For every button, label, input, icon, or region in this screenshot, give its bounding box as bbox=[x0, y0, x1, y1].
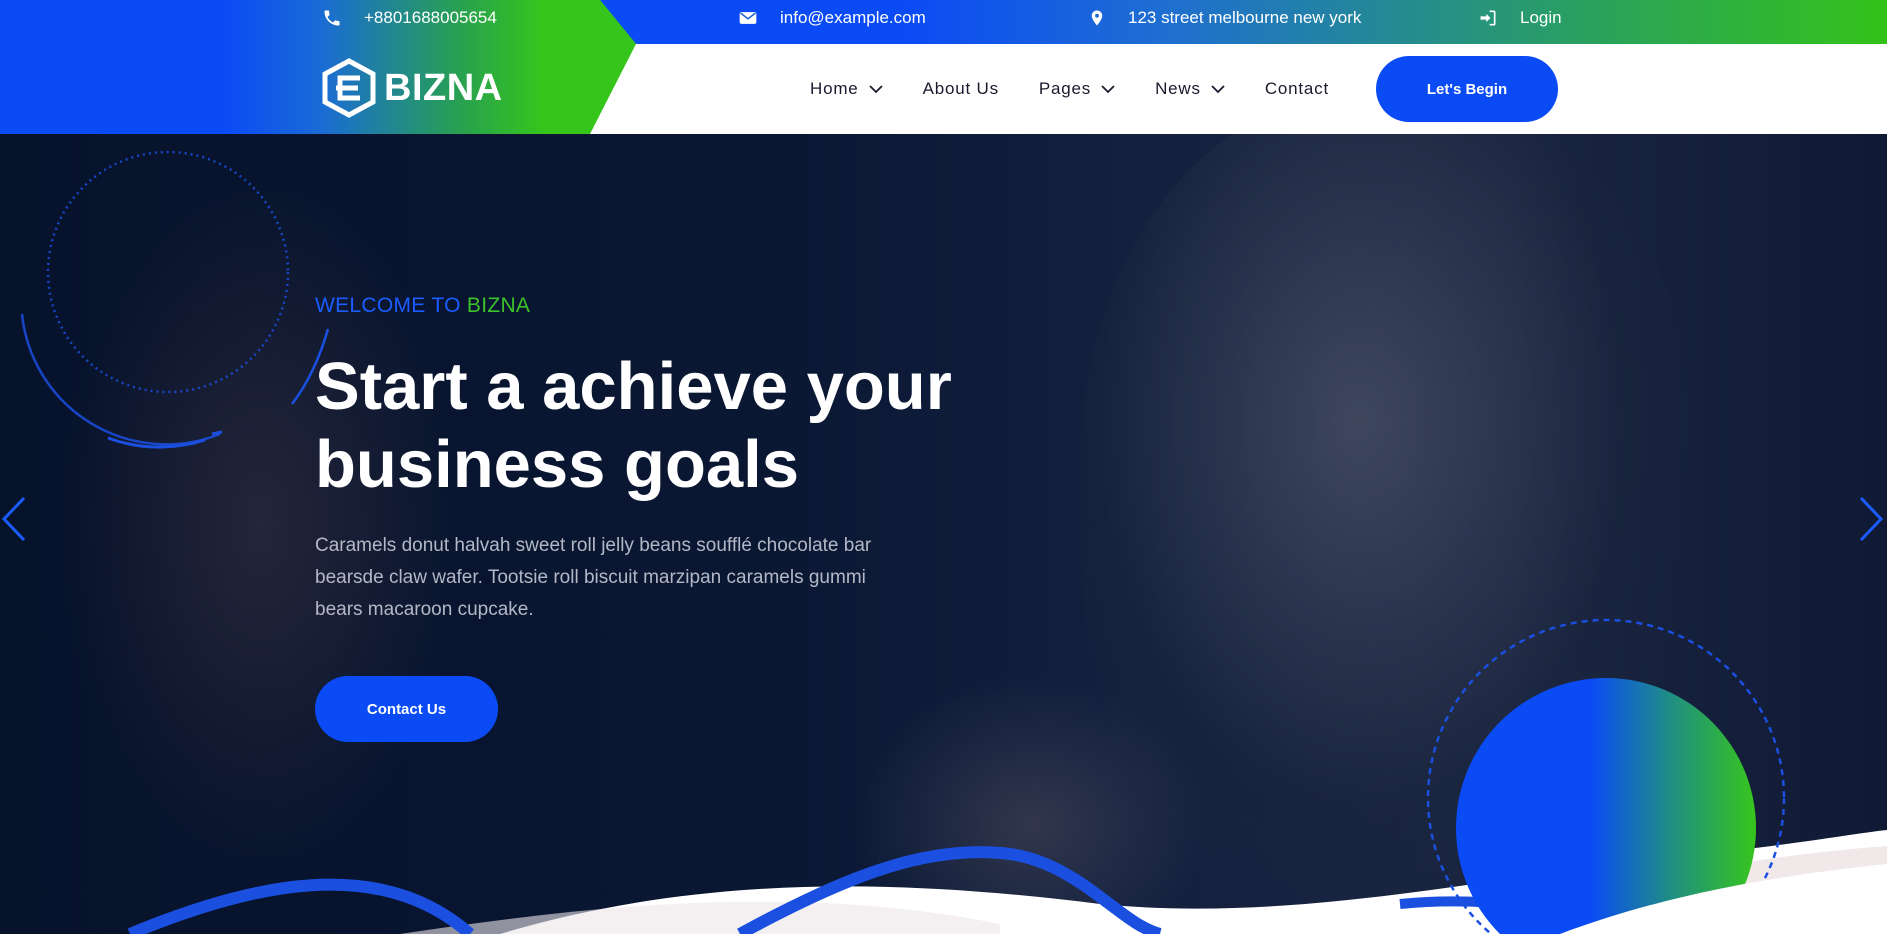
envelope-icon bbox=[739, 12, 757, 24]
welcome-prefix: WELCOME TO bbox=[315, 294, 461, 317]
logo-text: BIZNA bbox=[384, 66, 503, 109]
nav-label: Contact bbox=[1264, 79, 1329, 98]
chevron-down-icon bbox=[868, 85, 883, 94]
chevron-down-icon bbox=[1101, 85, 1115, 94]
welcome-brand: BIZNA bbox=[466, 294, 531, 317]
top-phone-link[interactable]: +8801688005654 bbox=[322, 0, 497, 36]
slider-next-button[interactable] bbox=[1855, 494, 1885, 549]
nav-label: Home bbox=[810, 79, 859, 98]
hexagon-e-logo-icon bbox=[322, 58, 376, 118]
nav-item-pages[interactable]: Pages bbox=[1039, 79, 1115, 99]
welcome-text: WELCOME TO BIZNA bbox=[315, 294, 530, 318]
logo[interactable]: BIZNA bbox=[322, 58, 503, 118]
hero-slider: WELCOME TO BIZNA Start a achieve your bu… bbox=[0, 134, 1887, 934]
hero-photo-shadow bbox=[60, 174, 460, 874]
nav-item-news[interactable]: News bbox=[1155, 79, 1225, 99]
nav-label: News bbox=[1155, 79, 1201, 98]
contact-us-button[interactable]: Contact Us bbox=[315, 676, 498, 742]
nav-item-home[interactable]: Home bbox=[810, 79, 883, 99]
slider-prev-button[interactable] bbox=[0, 494, 30, 549]
lets-begin-button[interactable]: Let's Begin bbox=[1376, 56, 1558, 122]
nav-item-contact[interactable]: Contact bbox=[1265, 79, 1329, 99]
map-pin-icon bbox=[1091, 10, 1103, 26]
hero-title: Start a achieve your business goals bbox=[315, 349, 952, 502]
login-link[interactable]: Login bbox=[1478, 0, 1562, 36]
hero-description: Caramels donut halvah sweet roll jelly b… bbox=[315, 535, 872, 620]
top-email-link[interactable]: info@example.com bbox=[738, 0, 926, 36]
brand-gradient-block bbox=[0, 0, 636, 134]
phone-icon bbox=[324, 10, 340, 26]
sign-in-icon bbox=[1480, 10, 1496, 26]
address-text: 123 street melbourne new york bbox=[1128, 8, 1362, 27]
chevron-right-icon bbox=[1859, 496, 1884, 542]
chevron-left-icon bbox=[1, 496, 26, 542]
nav-item-about[interactable]: About Us bbox=[923, 79, 999, 99]
nav-label: Pages bbox=[1038, 79, 1092, 98]
main-nav: Home About Us Pages News Contact bbox=[810, 44, 1369, 134]
phone-text: +8801688005654 bbox=[364, 8, 497, 27]
nav-label: About Us bbox=[922, 79, 999, 98]
email-text: info@example.com bbox=[780, 8, 926, 27]
login-text: Login bbox=[1520, 8, 1562, 27]
top-address: 123 street melbourne new york bbox=[1088, 0, 1361, 36]
chevron-down-icon bbox=[1211, 85, 1225, 94]
